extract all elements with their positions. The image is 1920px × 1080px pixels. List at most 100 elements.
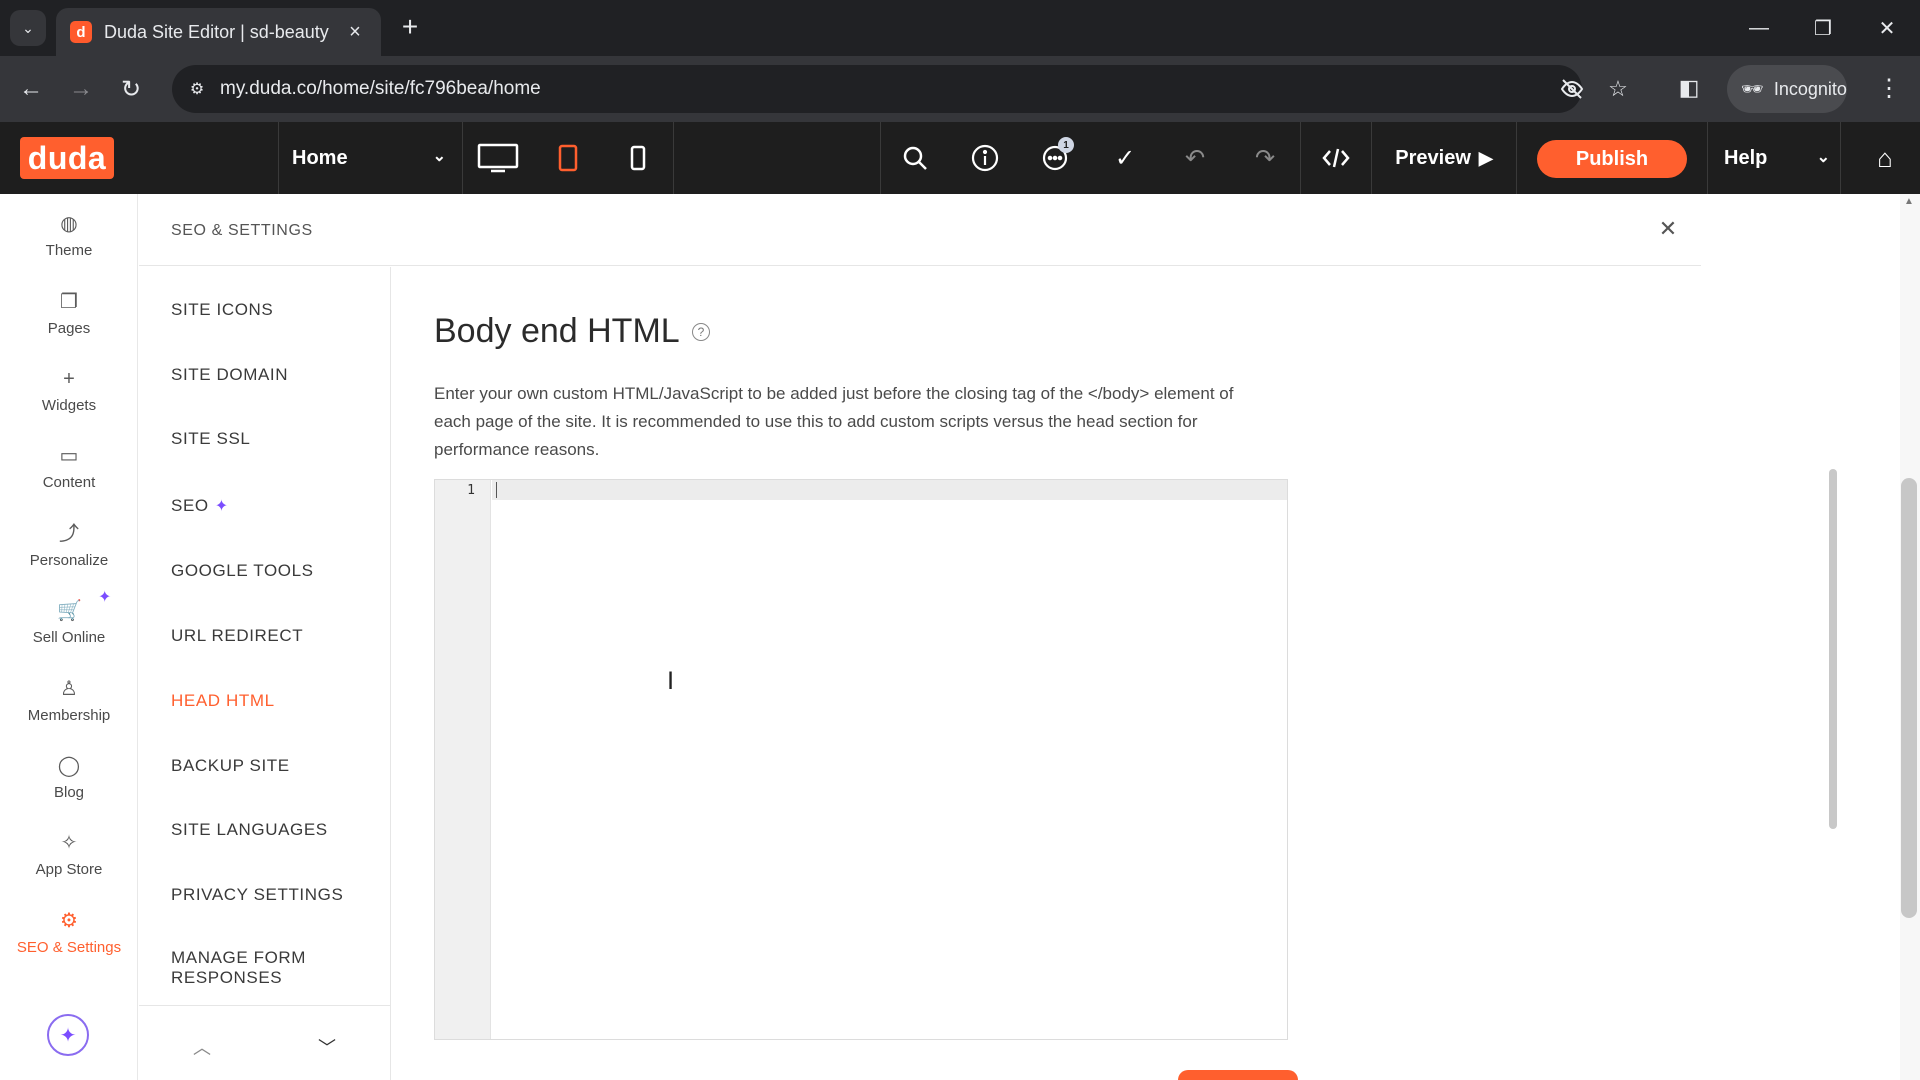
chevron-down-icon: ⌄	[1816, 149, 1830, 166]
minimize-icon[interactable]: —	[1736, 8, 1782, 48]
help-circle-icon[interactable]: ?	[692, 323, 710, 341]
settings-nav-privacy-settings[interactable]: PRIVACY SETTINGS	[171, 885, 343, 905]
forward-icon[interactable]: →	[62, 70, 100, 108]
settings-nav-google-tools[interactable]: GOOGLE TOOLS	[171, 561, 314, 581]
reload-icon[interactable]: ↻	[112, 70, 150, 108]
tablet-view-button[interactable]	[533, 122, 603, 194]
new-tab-button[interactable]: +	[395, 11, 425, 42]
tab-search-button[interactable]: ⌄	[10, 10, 46, 46]
page-scrollbar-thumb[interactable]	[1901, 478, 1917, 918]
comments-icon[interactable]: 1	[1020, 122, 1090, 194]
rail-item-content[interactable]: ▭ Content	[0, 436, 138, 506]
duda-logo[interactable]: duda	[20, 137, 114, 179]
browser-menu-icon[interactable]: ⋮	[1872, 71, 1906, 105]
settings-nav-label: SITE DOMAIN	[171, 365, 289, 384]
panel-scrollbar[interactable]	[1829, 469, 1837, 829]
bookmark-star-icon[interactable]: ☆	[1604, 75, 1632, 103]
panel-title: SEO & SETTINGS	[171, 222, 313, 239]
person-icon: ♙	[60, 678, 78, 700]
settings-nav-label: GOOGLE TOOLS	[171, 561, 314, 580]
rail-item-sell-online[interactable]: ✦ 🛒 Sell Online	[0, 589, 138, 661]
browser-tabstrip: ⌄ d Duda Site Editor | sd-beauty × + — ❐…	[0, 0, 1920, 56]
back-icon[interactable]: ←	[12, 70, 50, 108]
rail-item-theme[interactable]: ◍ Theme	[0, 204, 138, 274]
settings-nav-label: SEO	[171, 496, 209, 515]
rail-item-label: Membership	[27, 707, 111, 724]
settings-nav-manage-form-responses[interactable]: MANAGE FORM RESPONSES	[171, 948, 341, 988]
seo-settings-panel: SEO & SETTINGS ✕ SITE ICONS SITE DOMAIN …	[139, 194, 1837, 1080]
cart-icon: 🛒	[57, 600, 82, 622]
scroll-up-icon[interactable]: ▲	[1901, 196, 1917, 210]
settings-nav-label: SITE LANGUAGES	[171, 820, 328, 839]
search-icon[interactable]	[880, 122, 950, 194]
line-number: 1	[467, 483, 475, 498]
browser-navbar: ← → ↻ ⚙ my.duda.co/home/site/fc796bea/ho…	[0, 56, 1920, 122]
ai-sparkle-icon: ✦	[98, 589, 112, 606]
text-caret	[496, 482, 497, 498]
comments-badge: 1	[1058, 137, 1074, 153]
browser-tab[interactable]: d Duda Site Editor | sd-beauty ×	[56, 8, 381, 56]
help-menu[interactable]: Help ⌄	[1708, 122, 1840, 194]
settings-nav-head-html[interactable]: HEAD HTML	[171, 691, 275, 711]
settings-nav-site-ssl[interactable]: SITE SSL	[171, 429, 250, 449]
settings-nav-site-languages[interactable]: SITE LANGUAGES	[171, 820, 328, 840]
rail-item-label: Theme	[45, 242, 93, 259]
rail-item-membership[interactable]: ♙ Membership	[0, 669, 138, 739]
editor-toolbar: duda Home ⌄ 1 ✓ ↶ ↷ Preview ▶ Publish He…	[0, 122, 1920, 194]
incognito-icon: 🕶	[1741, 78, 1764, 99]
save-button[interactable]	[1178, 1070, 1298, 1080]
address-bar[interactable]: ⚙ my.duda.co/home/site/fc796bea/home ☆	[172, 65, 1628, 113]
page-selector[interactable]: Home ⌄	[278, 122, 458, 194]
developer-code-icon[interactable]	[1301, 122, 1371, 194]
window-close-icon[interactable]: ✕	[1864, 8, 1910, 48]
code-editor[interactable]: 1	[434, 479, 1288, 1040]
editor-gutter: 1	[435, 480, 491, 1039]
settings-nav-seo[interactable]: SEO ✦	[171, 496, 229, 517]
settings-nav-site-icons[interactable]: SITE ICONS	[171, 300, 273, 320]
settings-nav-url-redirect[interactable]: URL REDIRECT	[171, 626, 303, 646]
checkmark-icon[interactable]: ✓	[1090, 122, 1160, 194]
publish-button[interactable]: Publish	[1537, 140, 1687, 178]
settings-nav-site-domain[interactable]: SITE DOMAIN	[171, 365, 288, 385]
pages-icon: ❐	[60, 291, 78, 313]
chevron-down-icon: ⌄	[432, 148, 446, 165]
personalize-icon: ⤴	[59, 523, 79, 545]
eye-off-icon[interactable]	[1558, 75, 1586, 103]
settings-nav: SITE ICONS SITE DOMAIN SITE SSL SEO ✦ GOO…	[139, 267, 391, 1080]
settings-nav-backup-site[interactable]: BACKUP SITE	[171, 756, 290, 776]
rail-item-pages[interactable]: ❐ Pages	[0, 282, 138, 352]
chevron-up-icon[interactable]: ︿	[187, 1032, 217, 1062]
url-text[interactable]: my.duda.co/home/site/fc796bea/home	[220, 78, 541, 100]
rail-item-widgets[interactable]: + Widgets	[0, 359, 138, 429]
incognito-badge[interactable]: 🕶 Incognito	[1727, 65, 1847, 113]
redo-icon[interactable]: ↷	[1230, 122, 1300, 194]
incognito-label: Incognito	[1773, 78, 1847, 99]
rail-item-blog[interactable]: ◯ Blog	[0, 746, 138, 816]
tab-close-icon[interactable]: ×	[343, 21, 367, 44]
play-icon: ▶	[1478, 147, 1493, 168]
rail-item-app-store[interactable]: ✧ App Store	[0, 823, 138, 893]
chevron-down-icon[interactable]: ﹀	[312, 1032, 342, 1062]
rail-item-seo-settings[interactable]: ⚙ SEO & Settings	[0, 901, 138, 971]
side-panel-icon[interactable]: ◧	[1672, 71, 1706, 105]
close-icon[interactable]: ✕	[1655, 216, 1681, 242]
undo-icon[interactable]: ↶	[1160, 122, 1230, 194]
rail-item-label: Content	[42, 474, 96, 491]
editor-active-line[interactable]	[492, 480, 1287, 500]
gear-icon: ⚙	[60, 910, 78, 932]
ai-assistant-button[interactable]: ✦	[47, 1014, 89, 1056]
desktop-view-button[interactable]	[463, 122, 533, 194]
ai-sparkle-icon: ✦	[214, 498, 229, 515]
chat-bubble-icon: ◯	[57, 755, 81, 777]
preview-button[interactable]: Preview ▶	[1372, 122, 1516, 194]
rail-item-personalize[interactable]: ⤴ Personalize	[0, 514, 138, 584]
home-icon[interactable]: ⌂	[1860, 122, 1910, 194]
mobile-view-button[interactable]	[603, 122, 673, 194]
restore-icon[interactable]: ❐	[1800, 8, 1846, 48]
info-icon[interactable]	[950, 122, 1020, 194]
preview-label: Preview	[1395, 146, 1471, 169]
description-text: Enter your own custom HTML/JavaScript to…	[434, 384, 1234, 459]
site-info-icon[interactable]: ⚙	[186, 78, 208, 100]
settings-nav-label: HEAD HTML	[171, 691, 275, 710]
settings-nav-label: URL REDIRECT	[171, 626, 304, 645]
